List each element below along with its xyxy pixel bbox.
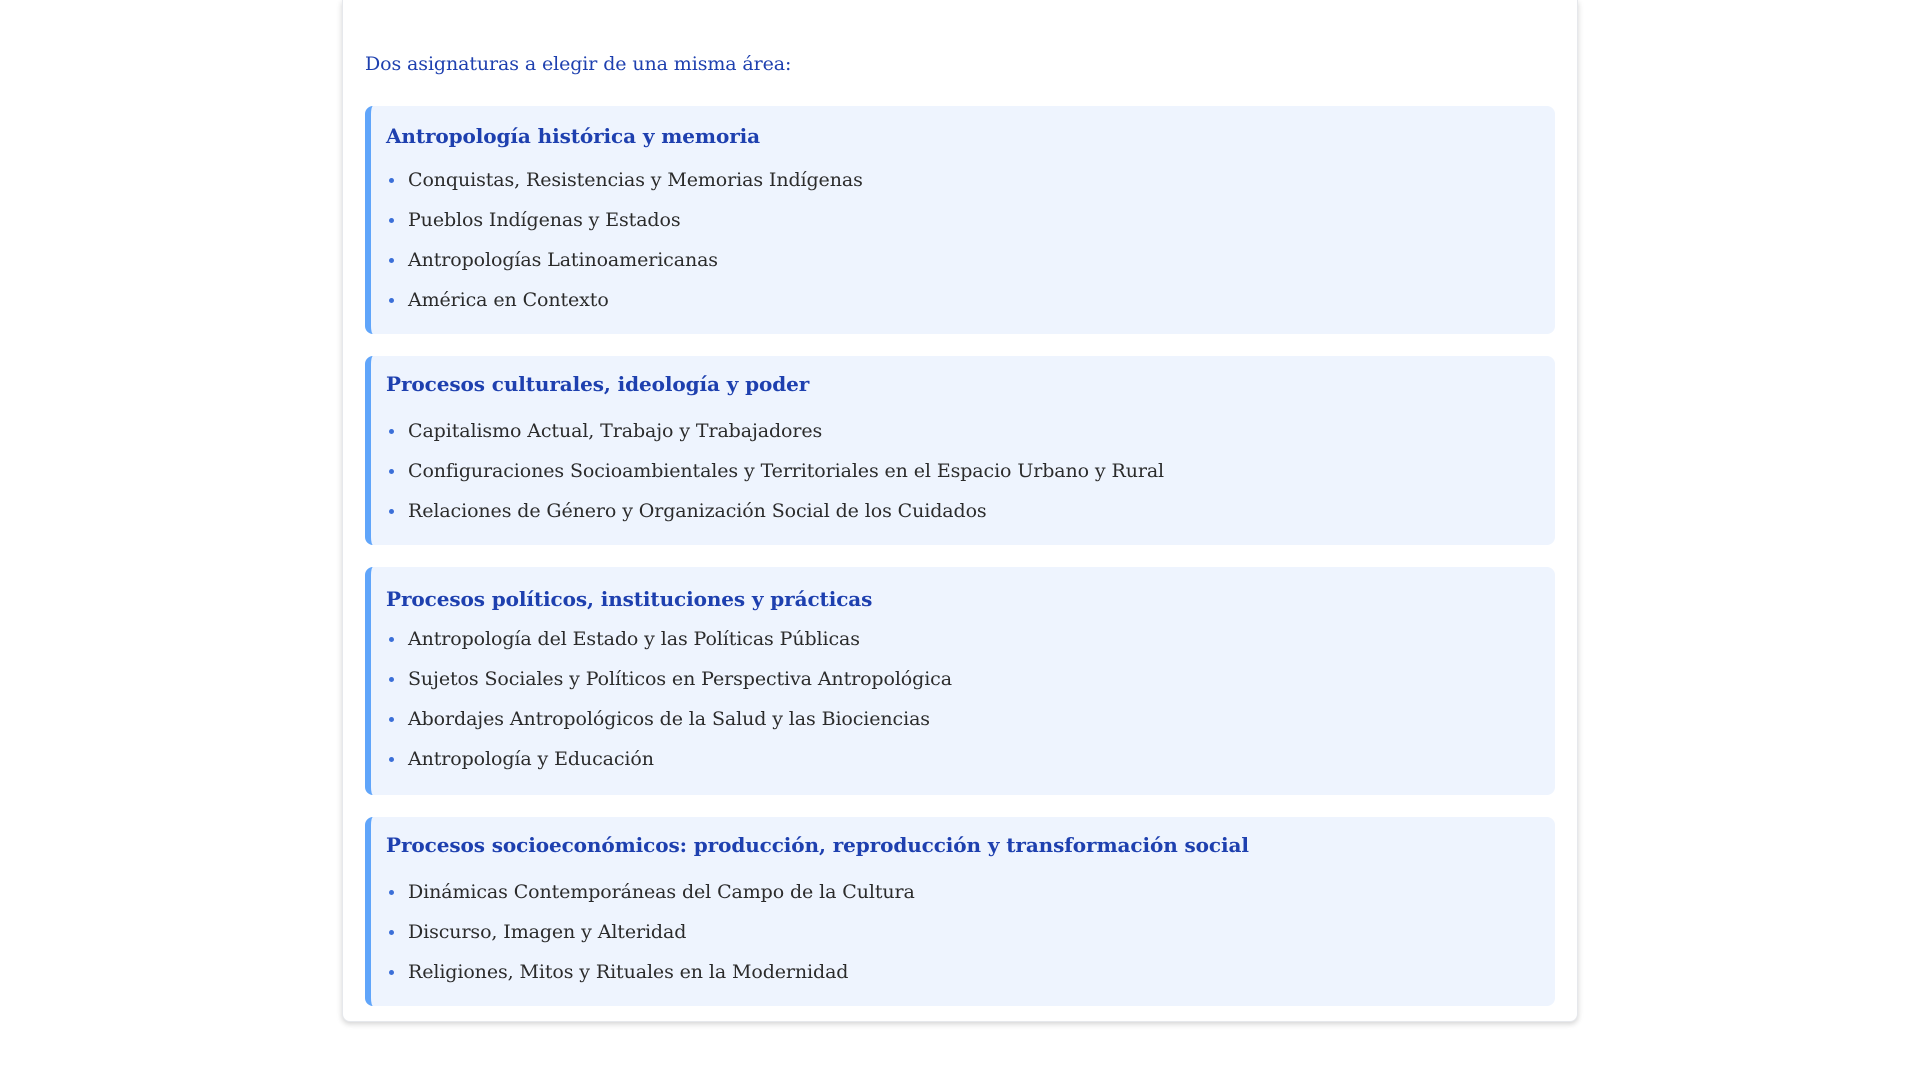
subject-label: Sujetos Sociales y Políticos en Perspect… bbox=[408, 668, 952, 690]
bullet-icon bbox=[389, 717, 394, 722]
list-item: Sujetos Sociales y Políticos en Perspect… bbox=[386, 659, 952, 699]
list-item: Abordajes Antropológicos de la Salud y l… bbox=[386, 699, 952, 739]
bullet-icon bbox=[389, 469, 394, 474]
subject-list: Dinámicas Contemporáneas del Campo de la… bbox=[386, 872, 915, 992]
subject-label: Capitalismo Actual, Trabajo y Trabajador… bbox=[408, 420, 823, 442]
area-block-procesos-socioeconomicos: Procesos socioeconómicos: producción, re… bbox=[365, 817, 1555, 1006]
list-item: Pueblos Indígenas y Estados bbox=[386, 200, 863, 240]
bullet-icon bbox=[389, 930, 394, 935]
subject-list: Conquistas, Resistencias y Memorias Indí… bbox=[386, 160, 863, 320]
bullet-icon bbox=[389, 509, 394, 514]
subject-label: Configuraciones Socioambientales y Terri… bbox=[408, 460, 1165, 482]
area-block-procesos-politicos: Procesos políticos, instituciones y prác… bbox=[365, 567, 1555, 795]
subject-label: Religiones, Mitos y Rituales en la Moder… bbox=[408, 961, 849, 983]
bullet-icon bbox=[389, 677, 394, 682]
bullet-icon bbox=[389, 178, 394, 183]
list-item: Antropologías Latinoamericanas bbox=[386, 240, 863, 280]
subject-label: Pueblos Indígenas y Estados bbox=[408, 209, 681, 231]
subject-label: Antropología del Estado y las Políticas … bbox=[408, 628, 860, 650]
bullet-icon bbox=[389, 757, 394, 762]
bullet-icon bbox=[389, 298, 394, 303]
subject-list: Capitalismo Actual, Trabajo y Trabajador… bbox=[386, 411, 1164, 531]
subject-label: América en Contexto bbox=[408, 289, 609, 311]
area-title: Procesos culturales, ideología y poder bbox=[386, 372, 810, 396]
bullet-icon bbox=[389, 258, 394, 263]
list-item: Conquistas, Resistencias y Memorias Indí… bbox=[386, 160, 863, 200]
bullet-icon bbox=[389, 970, 394, 975]
list-item: Dinámicas Contemporáneas del Campo de la… bbox=[386, 872, 915, 912]
list-item: Capitalismo Actual, Trabajo y Trabajador… bbox=[386, 411, 1164, 451]
subject-label: Antropologías Latinoamericanas bbox=[408, 249, 718, 271]
bullet-icon bbox=[389, 429, 394, 434]
area-block-procesos-culturales: Procesos culturales, ideología y poder C… bbox=[365, 356, 1555, 545]
subject-label: Abordajes Antropológicos de la Salud y l… bbox=[408, 708, 930, 730]
subject-label: Discurso, Imagen y Alteridad bbox=[408, 921, 687, 943]
area-title: Antropología histórica y memoria bbox=[386, 124, 761, 148]
bullet-icon bbox=[389, 218, 394, 223]
list-item: Relaciones de Género y Organización Soci… bbox=[386, 491, 1164, 531]
area-title: Procesos políticos, instituciones y prác… bbox=[386, 587, 873, 611]
list-item: Antropología del Estado y las Políticas … bbox=[386, 619, 952, 659]
list-item: Antropología y Educación bbox=[386, 739, 952, 779]
area-block-antropologia-historica: Antropología histórica y memoria Conquis… bbox=[365, 106, 1555, 334]
list-item: Religiones, Mitos y Rituales en la Moder… bbox=[386, 952, 915, 992]
subject-label: Antropología y Educación bbox=[408, 748, 654, 770]
list-item: América en Contexto bbox=[386, 280, 863, 320]
subject-label: Conquistas, Resistencias y Memorias Indí… bbox=[408, 169, 863, 191]
intro-text: Dos asignaturas a elegir de una misma ár… bbox=[365, 53, 792, 75]
content-card: Dos asignaturas a elegir de una misma ár… bbox=[342, 0, 1578, 1022]
subject-label: Relaciones de Género y Organización Soci… bbox=[408, 500, 987, 522]
area-title: Procesos socioeconómicos: producción, re… bbox=[386, 833, 1249, 857]
list-item: Configuraciones Socioambientales y Terri… bbox=[386, 451, 1164, 491]
subject-label: Dinámicas Contemporáneas del Campo de la… bbox=[408, 881, 915, 903]
bullet-icon bbox=[389, 637, 394, 642]
bullet-icon bbox=[389, 890, 394, 895]
subject-list: Antropología del Estado y las Políticas … bbox=[386, 619, 952, 779]
list-item: Discurso, Imagen y Alteridad bbox=[386, 912, 915, 952]
